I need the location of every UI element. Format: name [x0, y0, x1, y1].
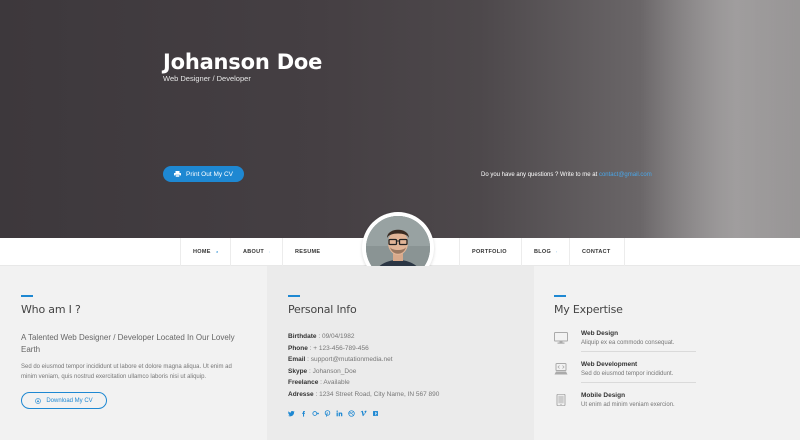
hero-banner: Johanson Doe Web Designer / Developer Pr… — [0, 0, 800, 238]
vimeo-icon[interactable] — [360, 410, 367, 417]
social-links — [288, 410, 379, 417]
pinterest-icon[interactable] — [324, 410, 331, 417]
personal-info-column: Personal Info Birthdate : 09/04/1982 Pho… — [267, 266, 534, 440]
info-row-email: Email : support@mutationmedia.net — [288, 356, 393, 364]
section-accent-bar — [288, 295, 300, 297]
twitter-icon[interactable] — [288, 410, 295, 417]
expertise-title-1: Web Development — [581, 361, 638, 368]
who-body: Sed do eiusmod tempor incididunt ut labo… — [21, 364, 232, 380]
tablet-icon — [556, 394, 566, 406]
download-cv-label: Download My CV — [46, 397, 93, 404]
code-icon — [554, 363, 568, 375]
nav-item-portfolio[interactable]: PORTFOLIO — [459, 238, 521, 266]
hero-background-glow — [640, 0, 800, 238]
print-cv-button[interactable]: Print Out My CV — [163, 166, 244, 182]
info-row-address: Adresse : 1234 Street Road, City Name, I… — [288, 390, 440, 398]
contact-email-link[interactable]: contact@gmail.com — [599, 172, 652, 178]
divider — [581, 382, 696, 383]
nav-resume-label: RESUME — [295, 249, 321, 255]
download-cv-button[interactable]: Download My CV — [21, 392, 107, 409]
who-title: Who am I ? — [21, 303, 81, 316]
linkedin-icon[interactable] — [336, 410, 343, 417]
facebook-icon[interactable] — [300, 410, 307, 417]
nav-item-home[interactable]: HOME — [180, 238, 230, 266]
google-plus-icon[interactable] — [312, 410, 319, 417]
expertise-title-0: Web Design — [581, 330, 619, 337]
profile-name: Johanson Doe — [163, 50, 323, 74]
contact-question-text: Do you have any questions ? Write to me … — [481, 172, 598, 178]
expertise-desc-0: Aliquip ex ea commodo consequat. — [581, 340, 675, 346]
nav-contact-label: CONTACT — [582, 249, 611, 255]
section-accent-bar — [554, 295, 566, 297]
expertise-title-2: Mobile Design — [581, 392, 626, 399]
profile-role: Web Designer / Developer — [163, 74, 251, 83]
chat-icon — [556, 251, 557, 253]
print-cv-label: Print Out My CV — [186, 170, 233, 178]
monitor-icon — [554, 332, 568, 344]
printer-icon — [174, 171, 182, 177]
expertise-column: My Expertise Web Design Aliquip ex ea co… — [534, 266, 800, 440]
home-icon — [215, 251, 218, 253]
info-title: Personal Info — [288, 303, 357, 316]
info-list: Birthdate : 09/04/1982 Phone : + 123-456… — [288, 331, 518, 401]
nav-about-label: ABOUT — [243, 249, 265, 255]
expertise-title: My Expertise — [554, 303, 623, 316]
dribbble-icon[interactable] — [348, 410, 355, 417]
nav-item-contact[interactable]: CONTACT — [569, 238, 625, 266]
user-icon — [269, 251, 270, 253]
nav-item-blog[interactable]: BLOG — [521, 238, 569, 266]
about-column: Who am I ? A Talented Web Designer / Dev… — [0, 266, 267, 440]
who-subtitle: A Talented Web Designer / Developer Loca… — [21, 333, 235, 354]
contact-question: Do you have any questions ? Write to me … — [481, 172, 652, 178]
nav-item-resume[interactable]: RESUME — [282, 238, 337, 266]
info-row-phone: Phone : + 123-456-789-456 — [288, 344, 369, 352]
nav-home-label: HOME — [193, 249, 211, 255]
expertise-desc-2: Ut enim ad minim veniam exercion. — [581, 402, 675, 408]
info-row-freelance: Freelance : Available — [288, 379, 350, 387]
info-row-skype: Skype : Johanson_Doe — [288, 367, 357, 375]
tumblr-icon[interactable] — [372, 410, 379, 417]
divider — [581, 351, 696, 352]
nav-portfolio-label: PORTFOLIO — [472, 249, 507, 255]
expertise-desc-1: Sed do eiusmod tempor incididunt. — [581, 371, 674, 377]
download-icon — [35, 397, 42, 404]
nav-item-about[interactable]: ABOUT — [230, 238, 282, 266]
info-row-birthdate: Birthdate : 09/04/1982 — [288, 333, 355, 340]
nav-blog-label: BLOG — [534, 249, 552, 255]
section-accent-bar — [21, 295, 33, 297]
